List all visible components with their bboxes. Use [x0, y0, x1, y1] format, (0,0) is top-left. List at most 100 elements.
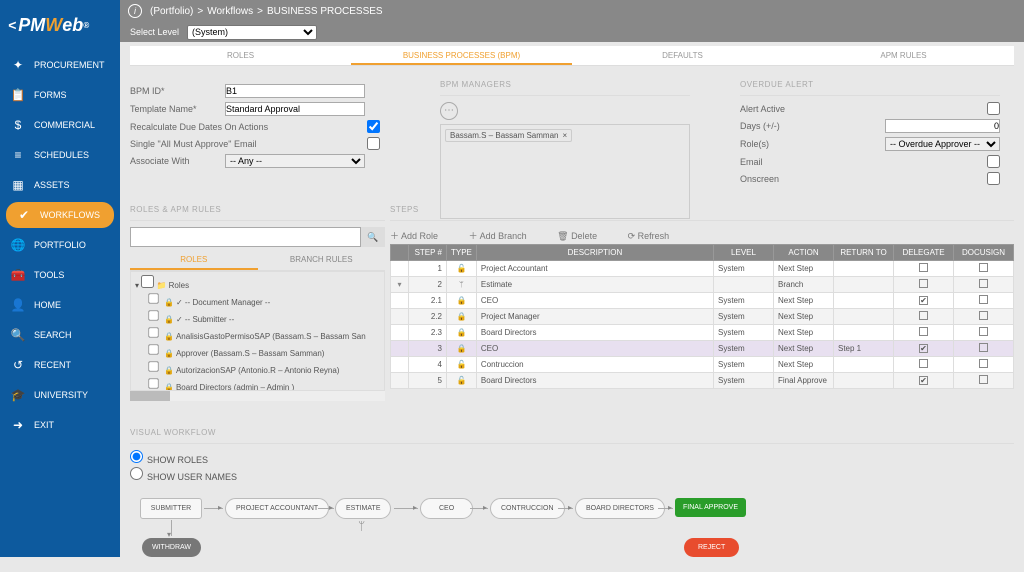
nav-commercial[interactable]: $COMMERCIAL: [0, 110, 120, 140]
table-row[interactable]: 5🔓Board DirectorsSystemFinal Approve: [391, 373, 1014, 389]
table-row[interactable]: 2.3🔒Board DirectorsSystemNext Step: [391, 325, 1014, 341]
tree-item[interactable]: 🔒✓ -- Submitter --: [133, 308, 382, 325]
roles-tree[interactable]: ▾ 📁 Roles 🔒✓ -- Document Manager -- 🔒✓ -…: [130, 271, 385, 391]
roles-subtab-roles[interactable]: ROLES: [130, 251, 258, 270]
email-label: Email: [740, 157, 835, 167]
tree-item[interactable]: 🔒Approver (Bassam.S – Bassam Samman): [133, 342, 382, 359]
delegate-checkbox[interactable]: [919, 279, 928, 288]
tree-root[interactable]: ▾ 📁 Roles: [133, 274, 382, 291]
overdue-roles-select[interactable]: -- Overdue Approver --: [885, 137, 1000, 151]
col-docusign[interactable]: DOCUSIGN: [954, 245, 1014, 261]
crumb-portfolio[interactable]: (Portfolio): [150, 6, 193, 17]
nav-portfolio[interactable]: 🌐PORTFOLIO: [0, 230, 120, 260]
info-icon[interactable]: i: [128, 4, 142, 18]
col-type[interactable]: TYPE: [447, 245, 477, 261]
docusign-checkbox[interactable]: [979, 375, 988, 384]
table-row[interactable]: 2.1🔒CEOSystemNext Step: [391, 293, 1014, 309]
onscreen-checkbox[interactable]: [987, 172, 1000, 185]
delegate-checkbox[interactable]: [919, 263, 928, 272]
lock-icon: 🔒: [456, 312, 466, 321]
node-submitter: SUBMITTER: [140, 498, 202, 519]
nav-procurement[interactable]: ✦PROCUREMENT: [0, 50, 120, 80]
add-branch-button[interactable]: ＋ Add Branch: [469, 231, 541, 241]
level-select[interactable]: (System): [187, 25, 317, 40]
expand-icon[interactable]: ▾: [397, 280, 401, 289]
roles-subtab-branch[interactable]: BRANCH RULES: [258, 251, 386, 270]
tab-bp[interactable]: BUSINESS PROCESSES (BPM): [351, 46, 572, 65]
col-return[interactable]: RETURN TO: [834, 245, 894, 261]
nav-workflows[interactable]: ✔WORKFLOWS: [6, 202, 114, 228]
bpm-id-input[interactable]: [225, 84, 365, 98]
delegate-checkbox[interactable]: [919, 376, 928, 385]
docusign-checkbox[interactable]: [979, 343, 988, 352]
delegate-checkbox[interactable]: [919, 344, 928, 353]
docusign-checkbox[interactable]: [979, 279, 988, 288]
delete-button[interactable]: 🗑 Delete: [557, 231, 611, 241]
manager-chip: Bassam.S – Bassam Samman×: [445, 129, 572, 142]
show-users-radio[interactable]: [130, 467, 143, 480]
docusign-checkbox[interactable]: [979, 295, 988, 304]
template-input[interactable]: [225, 102, 365, 116]
email-checkbox[interactable]: [987, 155, 1000, 168]
show-roles-radio[interactable]: [130, 450, 143, 463]
docusign-checkbox[interactable]: [979, 327, 988, 336]
col-step[interactable]: STEP #: [409, 245, 447, 261]
tab-apm[interactable]: APM RULES: [793, 46, 1014, 65]
search-icon: 🔍: [10, 328, 26, 342]
delegate-checkbox[interactable]: [919, 359, 928, 368]
node-project-accountant: PROJECT ACCOUNTANT: [225, 498, 329, 519]
col-desc[interactable]: DESCRIPTION: [476, 245, 713, 261]
branch-icon: ᛘ: [459, 280, 464, 289]
table-row[interactable]: 1🔓Project AccountantSystemNext Step: [391, 261, 1014, 277]
roles-label: Role(s): [740, 139, 835, 149]
lock-icon: 🔒: [164, 298, 174, 307]
days-label: Days (+/-): [740, 121, 835, 131]
chip-remove-icon[interactable]: ×: [562, 131, 567, 140]
table-row[interactable]: 2.2🔒Project ManagerSystemNext Step: [391, 309, 1014, 325]
col-action[interactable]: ACTION: [774, 245, 834, 261]
nav-schedules[interactable]: ≡SCHEDULES: [0, 140, 120, 170]
nav-search[interactable]: 🔍SEARCH: [0, 320, 120, 350]
tab-defaults[interactable]: DEFAULTS: [572, 46, 793, 65]
nav-tools[interactable]: 🧰TOOLS: [0, 260, 120, 290]
roles-search-input[interactable]: [130, 227, 361, 247]
roles-search-button[interactable]: 🔍: [361, 227, 385, 247]
managers-add-button[interactable]: ⋯: [440, 102, 458, 120]
tree-item[interactable]: 🔒✓ -- Document Manager --: [133, 291, 382, 308]
table-row[interactable]: 4🔓ContruccionSystemNext Step: [391, 357, 1014, 373]
alert-active-checkbox[interactable]: [987, 102, 1000, 115]
delegate-checkbox[interactable]: [919, 311, 928, 320]
node-estimate: ESTIMATE: [335, 498, 391, 519]
delegate-checkbox[interactable]: [919, 296, 928, 305]
col-delegate[interactable]: DELEGATE: [894, 245, 954, 261]
nav-forms[interactable]: 📋FORMS: [0, 80, 120, 110]
refresh-button[interactable]: ⟳ Refresh: [628, 231, 684, 241]
crumb-workflows[interactable]: Workflows: [207, 6, 253, 17]
steps-table: STEP # TYPE DESCRIPTION LEVEL ACTION RET…: [390, 244, 1014, 389]
single-checkbox[interactable]: [367, 137, 380, 150]
breadcrumb: i (Portfolio) > Workflows > BUSINESS PRO…: [120, 0, 1024, 22]
nav-recent[interactable]: ↺RECENT: [0, 350, 120, 380]
days-input[interactable]: [885, 119, 1000, 133]
tree-item[interactable]: 🔒Board Directors (admin – Admin ): [133, 376, 382, 391]
table-row[interactable]: ▾2ᛘEstimateBranch: [391, 277, 1014, 293]
col-level[interactable]: LEVEL: [714, 245, 774, 261]
docusign-checkbox[interactable]: [979, 311, 988, 320]
tree-item[interactable]: 🔒AnalisisGastoPermisoSAP (Bassam.S – Bas…: [133, 325, 382, 342]
docusign-checkbox[interactable]: [979, 359, 988, 368]
nav-home[interactable]: 👤HOME: [0, 290, 120, 320]
tree-scrollbar[interactable]: [130, 391, 385, 401]
recalc-checkbox[interactable]: [367, 120, 380, 133]
nav-exit[interactable]: ➜EXIT: [0, 410, 120, 440]
tree-item[interactable]: 🔒AutorizacionSAP (Antonio.R – Antonio Re…: [133, 359, 382, 376]
roles-panel: ROLES & APM RULES 🔍 ROLES BRANCH RULES ▾…: [130, 205, 385, 401]
delegate-checkbox[interactable]: [919, 327, 928, 336]
back-chevron-icon[interactable]: <: [8, 17, 16, 33]
table-row[interactable]: 3🔒CEOSystemNext StepStep 1: [391, 341, 1014, 357]
tab-roles[interactable]: ROLES: [130, 46, 351, 65]
nav-assets[interactable]: ▦ASSETS: [0, 170, 120, 200]
nav-university[interactable]: 🎓UNIVERSITY: [0, 380, 120, 410]
assoc-select[interactable]: -- Any --: [225, 154, 365, 168]
add-role-button[interactable]: ＋ Add Role: [390, 231, 452, 241]
docusign-checkbox[interactable]: [979, 263, 988, 272]
